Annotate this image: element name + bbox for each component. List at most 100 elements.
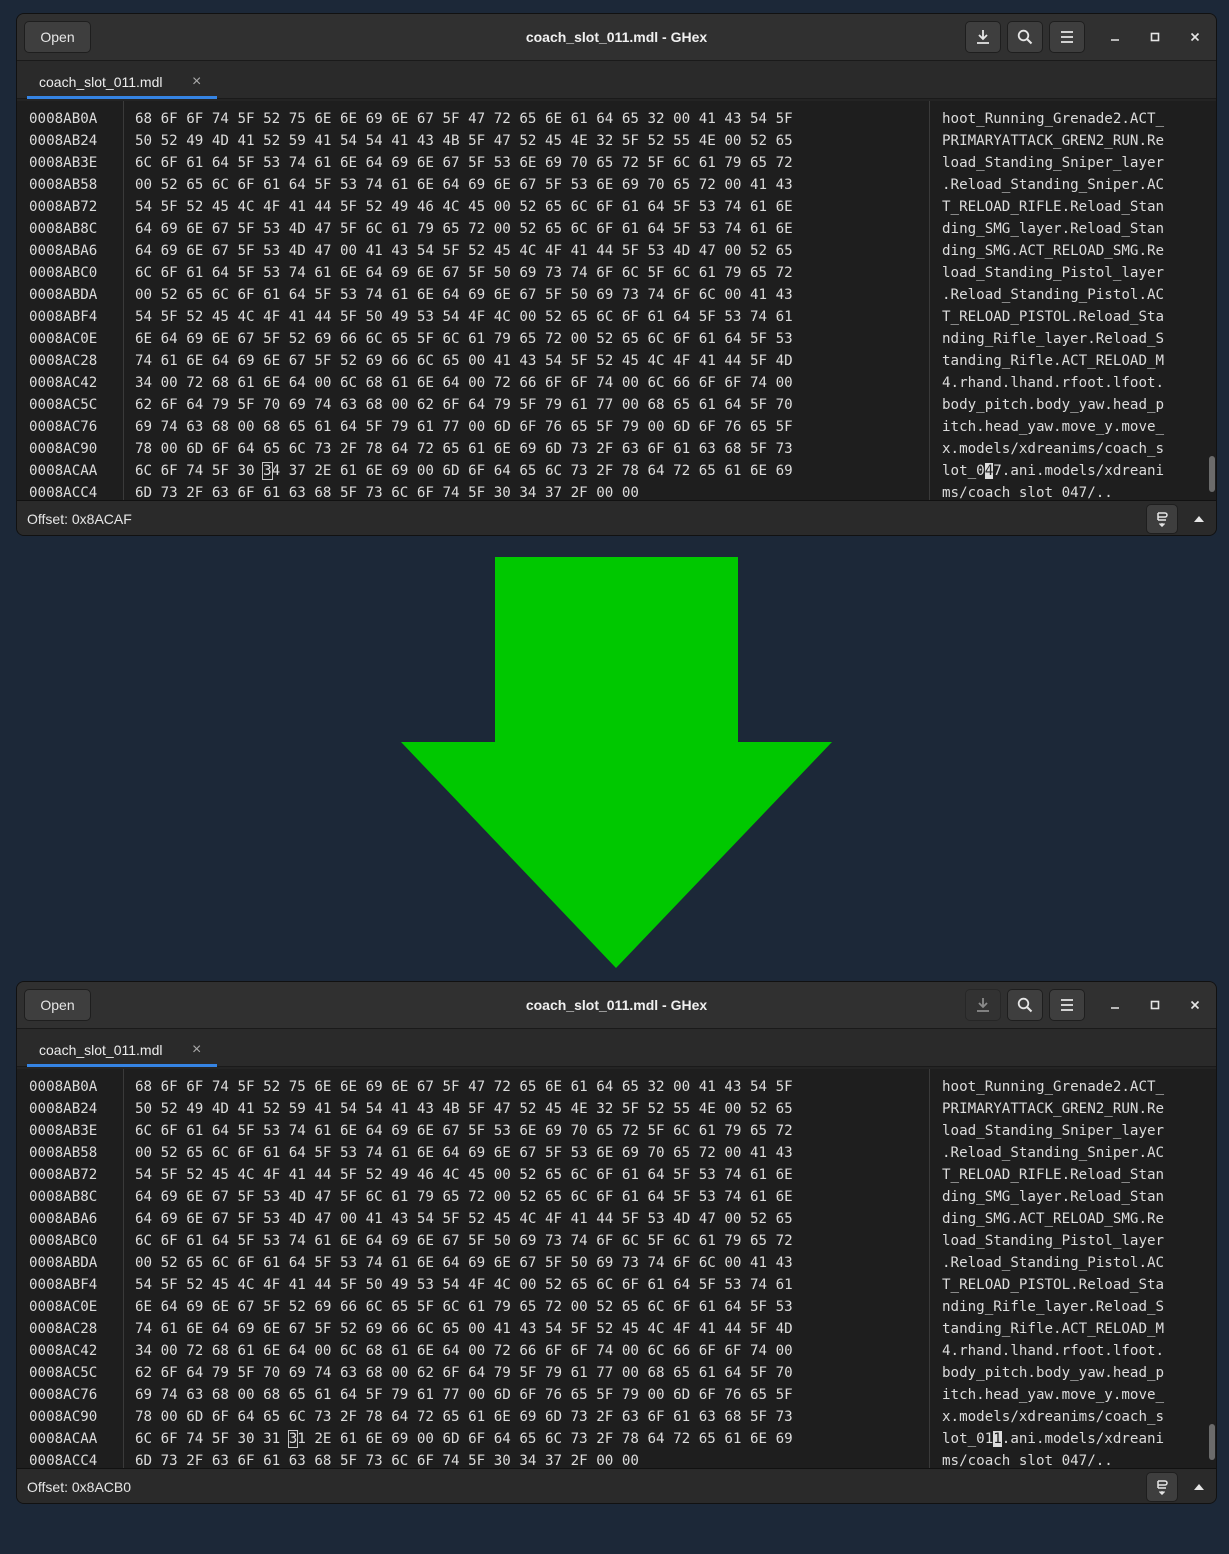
ascii-row[interactable]: body_pitch.body_yaw.head_p (942, 1362, 1164, 1384)
hex-row[interactable]: 6C 6F 61 64 5F 53 74 61 6E 64 69 6E 67 5… (135, 1120, 793, 1142)
ascii-row[interactable]: hoot_Running_Grenade2.ACT_ (942, 1076, 1164, 1098)
hex-row[interactable]: 34 00 72 68 61 6E 64 00 6C 68 61 6E 64 0… (135, 372, 793, 394)
conversions-button[interactable] (1146, 1472, 1178, 1502)
hex-row[interactable]: 78 00 6D 6F 64 65 6C 73 2F 78 64 72 65 6… (135, 1406, 793, 1428)
hex-row[interactable]: 74 61 6E 64 69 6E 67 5F 52 69 66 6C 65 0… (135, 350, 793, 372)
hex-row[interactable]: 6C 6F 61 64 5F 53 74 61 6E 64 69 6E 67 5… (135, 1230, 793, 1252)
row-offset: 0008AB8C (29, 221, 98, 237)
close-window-button[interactable] (1182, 24, 1208, 50)
hex-cursor[interactable]: 3 (287, 1430, 299, 1448)
hex-row[interactable]: 54 5F 52 45 4C 4F 41 44 5F 50 49 53 54 4… (135, 1274, 793, 1296)
hex-row[interactable]: 00 52 65 6C 6F 61 64 5F 53 74 61 6E 64 6… (135, 284, 793, 306)
ascii-row[interactable]: 4.rhand.lhand.rfoot.lfoot. (942, 372, 1164, 394)
hex-row[interactable]: 00 52 65 6C 6F 61 64 5F 53 74 61 6E 64 6… (135, 1142, 793, 1164)
ascii-row[interactable]: x.models/xdreanims/coach_s (942, 438, 1164, 460)
hex-row[interactable]: 54 5F 52 45 4C 4F 41 44 5F 52 49 46 4C 4… (135, 196, 793, 218)
ascii-row[interactable]: .Reload_Standing_Pistol.AC (942, 1252, 1164, 1274)
save-download-button[interactable] (965, 989, 1001, 1021)
hex-row[interactable]: 6C 6F 74 5F 30 34 37 2E 61 6E 69 00 6D 6… (135, 460, 793, 482)
main-menu-button[interactable] (1049, 989, 1085, 1021)
tab-close-icon[interactable]: × (192, 1041, 201, 1059)
tab-file[interactable]: coach_slot_011.mdl × (27, 1034, 217, 1067)
ascii-row[interactable]: T_RELOAD_PISTOL.Reload_Sta (942, 306, 1164, 328)
row-offset: 0008AC0E (29, 331, 98, 347)
ascii-row[interactable]: ding_SMG.ACT_RELOAD_SMG.Re (942, 240, 1164, 262)
ascii-cursor[interactable]: 4 (984, 463, 994, 479)
hex-row[interactable]: 74 61 6E 64 69 6E 67 5F 52 69 66 6C 65 0… (135, 1318, 793, 1340)
hex-row[interactable]: 00 52 65 6C 6F 61 64 5F 53 74 61 6E 64 6… (135, 174, 793, 196)
hex-row[interactable]: 6C 6F 61 64 5F 53 74 61 6E 64 69 6E 67 5… (135, 152, 793, 174)
scrollbar-thumb[interactable] (1209, 1424, 1215, 1460)
ascii-row[interactable]: load_Standing_Sniper_layer (942, 152, 1164, 174)
maximize-button[interactable] (1142, 24, 1168, 50)
hex-row[interactable]: 78 00 6D 6F 64 65 6C 73 2F 78 64 72 65 6… (135, 438, 793, 460)
ascii-row[interactable]: ding_SMG_layer.Reload_Stan (942, 1186, 1164, 1208)
ascii-row[interactable]: load_Standing_Sniper_layer (942, 1120, 1164, 1142)
hex-row[interactable]: 64 69 6E 67 5F 53 4D 47 5F 6C 61 79 65 7… (135, 1186, 793, 1208)
ascii-row[interactable]: lot_011.ani.models/xdreani (942, 1428, 1164, 1450)
scrollbar-thumb[interactable] (1209, 456, 1215, 492)
open-button[interactable]: Open (24, 989, 91, 1021)
minimize-button[interactable] (1102, 992, 1128, 1018)
hex-row[interactable]: 68 6F 6F 74 5F 52 75 6E 6E 69 6E 67 5F 4… (135, 108, 793, 130)
ascii-row[interactable]: body_pitch.body_yaw.head_p (942, 394, 1164, 416)
hex-row[interactable]: 50 52 49 4D 41 52 59 41 54 54 41 43 4B 5… (135, 1098, 793, 1120)
ascii-row[interactable]: x.models/xdreanims/coach_s (942, 1406, 1164, 1428)
ascii-row[interactable]: load_Standing_Pistol_layer (942, 262, 1164, 284)
hex-row[interactable]: 64 69 6E 67 5F 53 4D 47 5F 6C 61 79 65 7… (135, 218, 793, 240)
open-button[interactable]: Open (24, 21, 91, 53)
tab-close-icon[interactable]: × (192, 73, 201, 91)
hex-cursor[interactable]: 3 (262, 462, 273, 480)
hex-row[interactable]: 6E 64 69 6E 67 5F 52 69 66 6C 65 5F 6C 6… (135, 328, 793, 350)
ascii-row[interactable]: .Reload_Standing_Sniper.AC (942, 1142, 1164, 1164)
minimize-button[interactable] (1102, 24, 1128, 50)
hex-row[interactable]: 54 5F 52 45 4C 4F 41 44 5F 50 49 53 54 4… (135, 306, 793, 328)
ascii-row[interactable]: nding_Rifle_layer.Reload_S (942, 1296, 1164, 1318)
ascii-row[interactable]: lot_047.ani.models/xdreani (942, 460, 1164, 482)
hex-row[interactable]: 62 6F 64 79 5F 70 69 74 63 68 00 62 6F 6… (135, 1362, 793, 1384)
hex-view[interactable]: 0008AB0A 0008AB24 0008AB3E 0008AB58 0008AB72… (17, 1069, 1216, 1469)
hex-row[interactable]: 6C 6F 74 5F 30 31 31 2E 61 6E 69 00 6D 6… (135, 1428, 793, 1450)
ascii-row[interactable]: PRIMARYATTACK_GREN2_RUN.Re (942, 1098, 1164, 1120)
ascii-row[interactable]: nding_Rifle_layer.Reload_S (942, 328, 1164, 350)
hex-row[interactable]: 54 5F 52 45 4C 4F 41 44 5F 52 49 46 4C 4… (135, 1164, 793, 1186)
hex-row[interactable]: 00 52 65 6C 6F 61 64 5F 53 74 61 6E 64 6… (135, 1252, 793, 1274)
ascii-row[interactable]: ding_SMG.ACT_RELOAD_SMG.Re (942, 1208, 1164, 1230)
ascii-row[interactable]: itch.head_yaw.move_y.move_ (942, 1384, 1164, 1406)
ascii-row[interactable]: tanding_Rifle.ACT_RELOAD_M (942, 350, 1164, 372)
search-button[interactable] (1007, 989, 1043, 1021)
ascii-row[interactable]: .Reload_Standing_Sniper.AC (942, 174, 1164, 196)
ascii-row[interactable]: ding_SMG_layer.Reload_Stan (942, 218, 1164, 240)
expand-panel-button[interactable] (1183, 504, 1215, 534)
ascii-row[interactable]: T_RELOAD_PISTOL.Reload_Sta (942, 1274, 1164, 1296)
hex-row[interactable]: 69 74 63 68 00 68 65 61 64 5F 79 61 77 0… (135, 416, 793, 438)
hex-row[interactable]: 6C 6F 61 64 5F 53 74 61 6E 64 69 6E 67 5… (135, 262, 793, 284)
save-download-button[interactable] (965, 21, 1001, 53)
hex-row[interactable]: 6E 64 69 6E 67 5F 52 69 66 6C 65 5F 6C 6… (135, 1296, 793, 1318)
ascii-row[interactable]: tanding_Rifle.ACT_RELOAD_M (942, 1318, 1164, 1340)
ascii-row[interactable]: hoot_Running_Grenade2.ACT_ (942, 108, 1164, 130)
expand-panel-button[interactable] (1183, 1472, 1215, 1502)
ascii-row[interactable]: T_RELOAD_RIFLE.Reload_Stan (942, 1164, 1164, 1186)
tab-file[interactable]: coach_slot_011.mdl × (27, 66, 217, 99)
hex-row[interactable]: 64 69 6E 67 5F 53 4D 47 00 41 43 54 5F 5… (135, 240, 793, 262)
ascii-row[interactable]: PRIMARYATTACK_GREN2_RUN.Re (942, 130, 1164, 152)
hex-row[interactable]: 62 6F 64 79 5F 70 69 74 63 68 00 62 6F 6… (135, 394, 793, 416)
search-button[interactable] (1007, 21, 1043, 53)
hex-row[interactable]: 50 52 49 4D 41 52 59 41 54 54 41 43 4B 5… (135, 130, 793, 152)
main-menu-button[interactable] (1049, 21, 1085, 53)
hex-row[interactable]: 68 6F 6F 74 5F 52 75 6E 6E 69 6E 67 5F 4… (135, 1076, 793, 1098)
ascii-cursor[interactable]: 1 (993, 1431, 1002, 1447)
hex-row[interactable]: 69 74 63 68 00 68 65 61 64 5F 79 61 77 0… (135, 1384, 793, 1406)
hex-row[interactable]: 34 00 72 68 61 6E 64 00 6C 68 61 6E 64 0… (135, 1340, 793, 1362)
ascii-row[interactable]: .Reload_Standing_Pistol.AC (942, 284, 1164, 306)
ascii-row[interactable]: load_Standing_Pistol_layer (942, 1230, 1164, 1252)
maximize-button[interactable] (1142, 992, 1168, 1018)
ascii-row[interactable]: itch.head_yaw.move_y.move_ (942, 416, 1164, 438)
hex-row[interactable]: 64 69 6E 67 5F 53 4D 47 00 41 43 54 5F 5… (135, 1208, 793, 1230)
conversions-button[interactable] (1146, 504, 1178, 534)
ascii-row[interactable]: 4.rhand.lhand.rfoot.lfoot. (942, 1340, 1164, 1362)
hex-view[interactable]: 0008AB0A 0008AB24 0008AB3E 0008AB58 0008AB72… (17, 101, 1216, 501)
ascii-row[interactable]: T_RELOAD_RIFLE.Reload_Stan (942, 196, 1164, 218)
close-window-button[interactable] (1182, 992, 1208, 1018)
